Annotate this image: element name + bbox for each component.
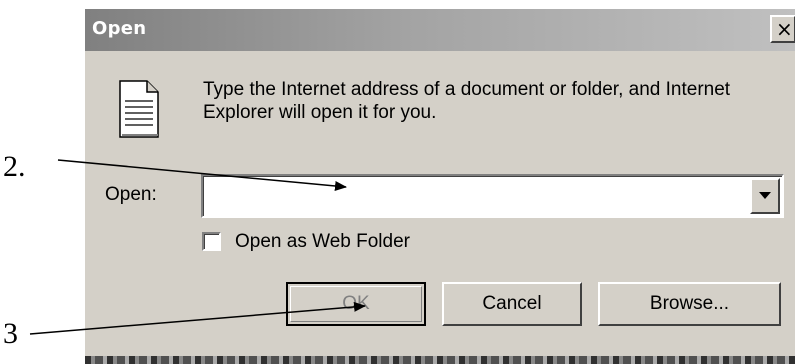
dialog-title: Open	[92, 18, 147, 39]
dialog-message: Type the Internet address of a document …	[203, 79, 731, 123]
chevron-down-icon	[759, 192, 771, 199]
cancel-button[interactable]: Cancel	[442, 282, 582, 326]
address-input[interactable]	[207, 180, 751, 214]
background-window-strip	[85, 356, 795, 364]
address-combobox[interactable]	[201, 174, 784, 218]
open-dialog: Open × Type the Internet address of a do…	[84, 8, 795, 364]
dropdown-button[interactable]	[750, 178, 780, 214]
annotation-step-3: 3	[3, 317, 18, 350]
document-icon	[119, 80, 159, 138]
annotation-step-2: 2.	[3, 150, 26, 183]
close-button[interactable]: ×	[770, 15, 795, 43]
ok-button[interactable]: OK	[286, 282, 426, 326]
close-icon: ×	[776, 17, 793, 41]
open-label: Open:	[105, 184, 157, 205]
ok-button-label: OK	[342, 293, 370, 314]
open-as-web-folder-label[interactable]: Open as Web Folder	[235, 231, 410, 253]
cancel-button-label: Cancel	[482, 293, 542, 314]
browse-button-label: Browse...	[649, 293, 730, 314]
title-bar[interactable]: Open ×	[85, 9, 795, 51]
browse-button[interactable]: Browse...	[598, 282, 781, 326]
open-as-web-folder-checkbox[interactable]	[202, 232, 221, 251]
